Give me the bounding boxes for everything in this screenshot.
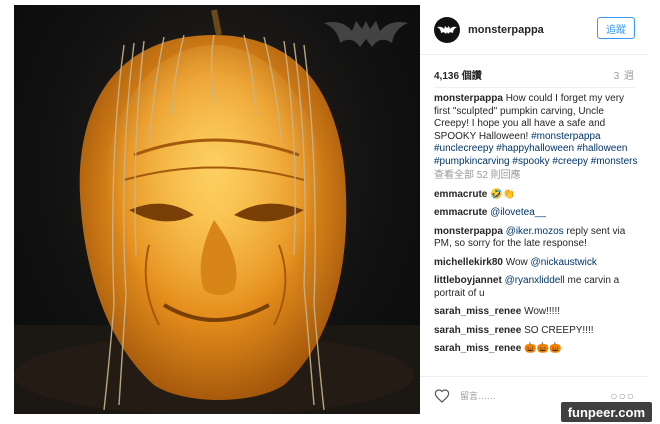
follow-button[interactable]: 追蹤 [597, 17, 635, 39]
comment-text: 🤣👏 [490, 188, 516, 200]
caption-username[interactable]: monsterpappa [434, 93, 503, 104]
like-count[interactable]: 4,136 個讚 [434, 67, 482, 82]
pumpkin-image [14, 9, 420, 414]
comment-input[interactable]: 留言…… [460, 389, 496, 402]
comment-username[interactable]: emmacrute [434, 207, 487, 218]
heart-icon[interactable] [434, 388, 450, 404]
post-meta: 4,136 個讚 3 週 [434, 67, 635, 82]
comment-mention[interactable]: @iker.mozos [506, 226, 564, 237]
comment-text: Wow [505, 256, 531, 268]
comment-username[interactable]: littleboyjannet [434, 275, 502, 286]
comment-item: sarah_miss_renee Wow!!!!! [434, 306, 639, 319]
comment-mention[interactable]: @nickaustwick [531, 257, 597, 268]
site-watermark: funpeer.com [560, 402, 652, 422]
load-more-comments-link[interactable]: 查看全部 52 則回應 [434, 170, 639, 183]
comment-item: monsterpappa @iker.mozos reply sent via … [434, 226, 639, 251]
avatar[interactable] [434, 16, 460, 43]
comment-list: monsterpappa How could I forget my very … [434, 93, 639, 371]
hashtag[interactable]: #monsters [591, 156, 638, 167]
comment-username[interactable]: emmacrute [434, 189, 487, 200]
comment-text: 🎃🎃🎃 [524, 343, 562, 354]
post-photo [14, 5, 420, 414]
comment-text: Wow!!!!! [524, 306, 561, 317]
comment-item: emmacrute @ilovetea__ [434, 207, 639, 220]
post-sidebar: monsterpappa 追蹤 4,136 個讚 3 週 monsterpapp… [420, 5, 649, 414]
hashtag[interactable]: #halloween [577, 143, 628, 154]
post-username[interactable]: monsterpappa [468, 24, 544, 36]
post-age[interactable]: 3 週 [614, 67, 635, 82]
hashtag[interactable]: #unclecreepy [434, 143, 493, 154]
hashtag[interactable]: #spooky [512, 156, 549, 167]
hashtag[interactable]: #happyhalloween [496, 143, 574, 154]
comment-mention[interactable]: @ryanxliddell [505, 275, 565, 286]
comment-item: littleboyjannet @ryanxliddell me carvin … [434, 275, 639, 300]
comment-username[interactable]: sarah_miss_renee [434, 306, 521, 317]
comment-username[interactable]: sarah_miss_renee [434, 343, 521, 354]
more-options-icon[interactable]: ○○○ [610, 389, 635, 403]
hashtag[interactable]: #monsterpappa [531, 131, 601, 142]
hashtag[interactable]: #creepy [552, 156, 588, 167]
comment-username[interactable]: sarah_miss_renee [434, 325, 521, 336]
comment-item: emmacrute 🤣👏 [434, 189, 639, 202]
bat-icon [437, 25, 457, 34]
comment-text: SO CREEPY!!!! [524, 324, 594, 336]
comment-item: sarah_miss_renee 🎃🎃🎃 [434, 343, 639, 356]
post-header: monsterpappa 追蹤 [420, 5, 649, 55]
comment-item: michellekirk80 Wow @nickaustwick [434, 257, 639, 270]
post-caption: monsterpappa How could I forget my very … [434, 93, 639, 168]
bat-logo-watermark [324, 21, 408, 47]
comment-username[interactable]: monsterpappa [434, 226, 503, 237]
hashtag[interactable]: #pumpkincarving [434, 156, 510, 167]
divider [434, 87, 635, 88]
comment-username[interactable]: michellekirk80 [434, 257, 503, 268]
comment-item: sarah_miss_renee SO CREEPY!!!! [434, 325, 639, 338]
comment-mention[interactable]: @ilovetea__ [490, 207, 546, 218]
